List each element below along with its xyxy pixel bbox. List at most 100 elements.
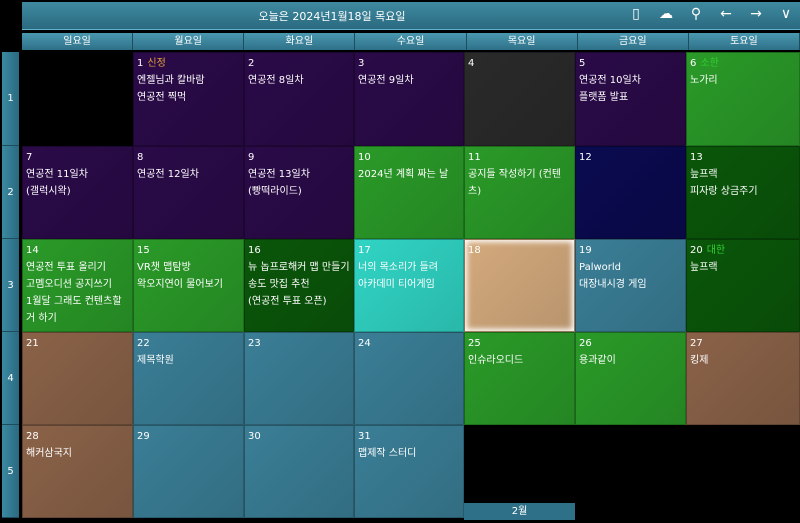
day-cell[interactable]: 13 늪프랙 피자랑 상금주기 xyxy=(686,146,800,239)
event[interactable]: 아카데미 티어게임 xyxy=(358,276,460,293)
day-cell[interactable]: 20 대한 늪프랙 xyxy=(686,239,800,332)
event[interactable]: 인슈라오디드 xyxy=(468,352,571,369)
day-number: 8 xyxy=(137,149,240,166)
event[interactable]: 플랫폼 발표 xyxy=(579,89,682,106)
day-cell[interactable]: 7 연공전 11일차 (갤럭시왁) xyxy=(22,146,133,239)
day-cell[interactable] xyxy=(575,425,686,518)
event[interactable]: VR챗 맵탐방 xyxy=(137,259,240,276)
day-cell[interactable]: 2 연공전 8일차 xyxy=(244,52,354,146)
phone-icon[interactable]: ▯ xyxy=(628,6,644,22)
day-cell[interactable]: 4 xyxy=(464,52,575,146)
event[interactable]: 연공전 찍먹 xyxy=(137,89,240,106)
event[interactable]: 킹제 xyxy=(690,352,796,369)
event[interactable]: (갤럭시왁) xyxy=(26,183,129,200)
chevron-down-icon[interactable]: ∨ xyxy=(778,6,794,22)
event[interactable]: Palworld xyxy=(579,259,682,276)
event[interactable]: 2024년 계획 짜는 날 xyxy=(358,166,460,183)
day-number: 7 xyxy=(26,149,129,166)
day-cell[interactable]: 23 xyxy=(244,332,354,425)
week-number[interactable]: 4 xyxy=(2,332,19,425)
event[interactable]: 연공전 13일차 xyxy=(248,166,350,183)
event[interactable]: (연공전 투표 오픈) xyxy=(248,293,350,310)
day-cell[interactable]: 28 해커삼국지 xyxy=(22,425,133,518)
event[interactable]: 해커삼국지 xyxy=(26,445,129,462)
day-cell[interactable]: 21 xyxy=(22,332,133,425)
day-cell[interactable]: 5 연공전 10일차 플랫폼 발표 xyxy=(575,52,686,146)
event[interactable]: 맵제작 스터디 xyxy=(358,445,460,462)
event[interactable]: 공지들 작성하기 (컨텐츠) xyxy=(468,166,571,200)
event[interactable]: 연공전 10일차 xyxy=(579,72,682,89)
week-number[interactable]: 5 xyxy=(2,425,19,518)
event[interactable]: 엔젤님과 칼바람 xyxy=(137,72,240,89)
day-cell[interactable]: 11 공지들 작성하기 (컨텐츠) xyxy=(464,146,575,239)
event[interactable]: 연공전 9일차 xyxy=(358,72,460,89)
day-cell[interactable]: 17 너의 목소리가 들려 아카데미 티어게임 xyxy=(354,239,464,332)
day-number-text: 6 xyxy=(690,58,697,69)
event[interactable]: 너의 목소리가 들려 xyxy=(358,259,460,276)
event[interactable]: 노가리 xyxy=(690,72,796,89)
day-number-text: 17 xyxy=(358,245,371,256)
event[interactable]: 고멤오디션 공지쓰기 xyxy=(26,276,129,293)
arrow-left-icon[interactable]: ← xyxy=(718,6,734,22)
day-number: 31 xyxy=(358,428,460,445)
day-cell[interactable]: 12 xyxy=(575,146,686,239)
event[interactable]: 늪프랙 xyxy=(690,259,796,276)
day-cell[interactable]: 16 뉴 놉프로해커 맵 만들기 송도 맛집 추천 (연공전 투표 오픈) xyxy=(244,239,354,332)
event[interactable]: 연공전 12일차 xyxy=(137,166,240,183)
day-cell[interactable]: 29 xyxy=(133,425,244,518)
event[interactable]: 왁오지연이 물어보기 xyxy=(137,276,240,293)
event[interactable]: 1월달 그래도 컨텐츠할 거 하기 xyxy=(26,293,129,327)
day-cell[interactable]: 14 연공전 투표 올리기 고멤오디션 공지쓰기 1월달 그래도 컨텐츠할 거 하기 xyxy=(22,239,133,332)
weekday-0: 일요일 xyxy=(22,33,134,50)
day-number: 3 xyxy=(358,55,460,72)
cloud-check-icon[interactable]: ☁ xyxy=(658,6,674,22)
day-cell[interactable] xyxy=(686,425,800,518)
day-cell[interactable]: 25 인슈라오디드 xyxy=(464,332,575,425)
event[interactable]: 송도 맛집 추천 xyxy=(248,276,350,293)
event[interactable]: 제목학원 xyxy=(137,352,240,369)
day-cell[interactable]: 30 xyxy=(244,425,354,518)
day-cell[interactable]: 15 VR챗 맵탐방 왁오지연이 물어보기 xyxy=(133,239,244,332)
day-number-text: 12 xyxy=(579,152,592,163)
day-cell[interactable] xyxy=(22,52,133,146)
day-cell[interactable]: 27 킹제 xyxy=(686,332,800,425)
event[interactable]: 피자랑 상금주기 xyxy=(690,183,796,200)
day-cell[interactable]: 22 제목학원 xyxy=(133,332,244,425)
day-cell[interactable]: 31 맵제작 스터디 xyxy=(354,425,464,518)
day-number-text: 21 xyxy=(26,338,39,349)
event[interactable]: 늪프랙 xyxy=(690,166,796,183)
arrow-right-icon[interactable]: → xyxy=(748,6,764,22)
next-month-label[interactable]: 2월 xyxy=(464,503,575,520)
day-number: 25 xyxy=(468,335,571,352)
day-number-text: 23 xyxy=(248,338,261,349)
day-cell[interactable]: 8 연공전 12일차 xyxy=(133,146,244,239)
event[interactable]: 대장내시경 게임 xyxy=(579,276,682,293)
day-cell[interactable]: 26 용과같이 xyxy=(575,332,686,425)
day-cell[interactable]: 1 신정 엔젤님과 칼바람 연공전 찍먹 xyxy=(133,52,244,146)
event[interactable]: 용과같이 xyxy=(579,352,682,369)
event[interactable]: 뉴 놉프로해커 맵 만들기 xyxy=(248,259,350,276)
day-number-text: 13 xyxy=(690,152,703,163)
day-cell[interactable]: 3 연공전 9일차 xyxy=(354,52,464,146)
holiday-label: 대한 xyxy=(706,245,726,256)
day-cell[interactable]: 24 xyxy=(354,332,464,425)
day-cell[interactable]: 9 연공전 13일차 (빵떡라이드) xyxy=(244,146,354,239)
day-cell[interactable]: 18 xyxy=(464,239,575,332)
day-cell[interactable]: 6 소한 노가리 xyxy=(686,52,800,146)
day-number-text: 7 xyxy=(26,152,33,163)
week-number[interactable]: 1 xyxy=(2,52,19,146)
event[interactable]: (빵떡라이드) xyxy=(248,183,350,200)
day-number-text: 28 xyxy=(26,431,39,442)
week-number[interactable]: 2 xyxy=(2,146,19,239)
day-number: 23 xyxy=(248,335,350,352)
user-icon[interactable]: ⚲ xyxy=(688,6,704,22)
day-cell[interactable]: 19 Palworld 대장내시경 게임 xyxy=(575,239,686,332)
day-cell[interactable]: 10 2024년 계획 짜는 날 xyxy=(354,146,464,239)
event[interactable]: 연공전 8일차 xyxy=(248,72,350,89)
event[interactable]: 연공전 11일차 xyxy=(26,166,129,183)
day-number-text: 22 xyxy=(137,338,150,349)
event[interactable]: 연공전 투표 올리기 xyxy=(26,259,129,276)
week-number[interactable]: 3 xyxy=(2,239,19,332)
day-number: 14 xyxy=(26,242,129,259)
weekday-3: 수요일 xyxy=(355,33,467,50)
